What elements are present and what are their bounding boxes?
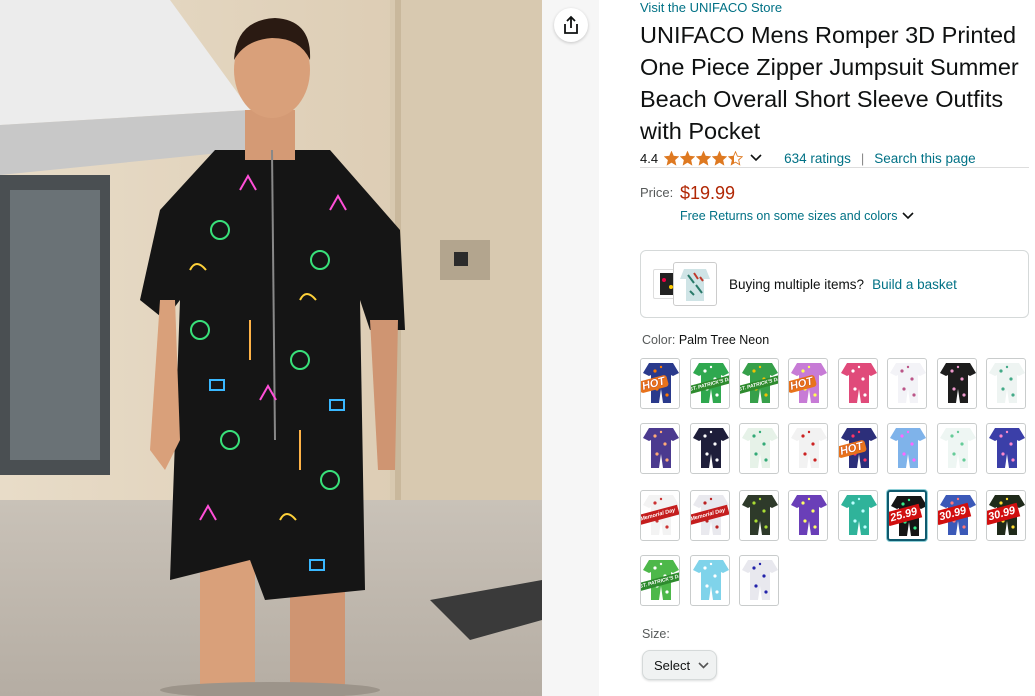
color-swatch[interactable]: ST. PATRICK'S DAY <box>640 555 680 606</box>
color-swatch[interactable]: Memorial Day <box>640 490 680 541</box>
swatch-image <box>643 428 679 468</box>
swatch-image <box>742 495 778 535</box>
swatch-image <box>742 428 778 468</box>
color-swatch[interactable] <box>986 358 1026 409</box>
color-swatch[interactable] <box>739 490 779 541</box>
product-page: Visit the UNIFACO Store UNIFACO Mens Rom… <box>0 0 1035 696</box>
rating-value: 4.4 <box>640 150 659 166</box>
basket-thumbnails <box>653 262 723 306</box>
swatch-image <box>890 428 926 468</box>
star-icon <box>680 150 696 166</box>
swatch-image <box>791 495 827 535</box>
color-swatch[interactable]: 25.99 <box>887 490 927 541</box>
color-swatch[interactable] <box>739 555 779 606</box>
color-swatch[interactable] <box>937 423 977 474</box>
color-swatch[interactable]: 30.99 <box>986 490 1026 541</box>
color-swatch[interactable] <box>986 423 1026 474</box>
color-swatch[interactable] <box>887 423 927 474</box>
star-icon <box>728 150 744 166</box>
basket-thumb-2 <box>673 262 717 306</box>
star-icon <box>696 150 712 166</box>
color-swatch[interactable]: HOT <box>838 423 878 474</box>
color-swatch[interactable] <box>739 423 779 474</box>
color-swatch[interactable]: 30.99 <box>937 490 977 541</box>
swatch-image <box>742 560 778 600</box>
color-swatch[interactable] <box>838 358 878 409</box>
swatch-image <box>940 428 976 468</box>
size-dropdown[interactable]: Select <box>642 650 717 680</box>
chevron-down-icon <box>698 661 709 669</box>
color-row: Color: Palm Tree Neon <box>642 333 769 347</box>
share-icon <box>564 15 578 34</box>
swatch-image <box>989 363 1025 403</box>
star-rating[interactable] <box>664 150 744 166</box>
color-swatch[interactable]: Memorial Day <box>690 490 730 541</box>
color-swatch[interactable] <box>690 555 730 606</box>
basket-text: Buying multiple items? <box>729 276 865 292</box>
swatch-image <box>693 428 729 468</box>
swatch-image <box>693 560 729 600</box>
ratings-count-link[interactable]: 634 ratings <box>784 151 851 166</box>
size-label: Size: <box>642 627 670 641</box>
color-swatch[interactable]: HOT <box>788 358 828 409</box>
swatch-image <box>841 363 877 403</box>
size-dropdown-value: Select <box>654 657 691 673</box>
color-selected-value: Palm Tree Neon <box>678 333 770 347</box>
color-swatch[interactable] <box>690 423 730 474</box>
separator: | <box>860 150 865 166</box>
build-basket-link[interactable]: Build a basket <box>872 277 957 292</box>
color-swatch[interactable] <box>937 358 977 409</box>
swatch-image <box>890 363 926 403</box>
color-swatch[interactable]: HOT <box>640 358 680 409</box>
product-main-image[interactable] <box>0 0 542 696</box>
rating-row: 4.4 634 ratings | Search this page <box>640 148 1030 168</box>
price-label: Price: <box>640 185 674 200</box>
share-button[interactable] <box>554 8 588 42</box>
color-swatch[interactable]: ST. PATRICK'S DAY <box>690 358 730 409</box>
color-swatch[interactable] <box>887 358 927 409</box>
chevron-down-icon <box>902 212 915 220</box>
store-link[interactable]: Visit the UNIFACO Store <box>640 0 782 15</box>
price-value: $19.99 <box>680 183 736 203</box>
swatch-image <box>989 428 1025 468</box>
free-returns-text: Free Returns on some sizes and colors <box>680 209 898 223</box>
color-swatch[interactable] <box>788 490 828 541</box>
color-swatch[interactable]: ST. PATRICK'S DAY <box>739 358 779 409</box>
color-label: Color: <box>642 333 676 347</box>
swatch-image <box>791 428 827 468</box>
search-this-page-link[interactable]: Search this page <box>874 151 975 166</box>
product-image-area <box>0 0 599 696</box>
color-swatch[interactable] <box>788 423 828 474</box>
divider <box>640 167 1029 168</box>
color-swatch[interactable] <box>838 490 878 541</box>
swatch-image <box>841 495 877 535</box>
basket-widget: Buying multiple items? Build a basket <box>640 250 1029 318</box>
star-icon <box>712 150 728 166</box>
swatch-image <box>940 363 976 403</box>
color-swatch[interactable] <box>640 423 680 474</box>
product-title: UNIFACO Mens Romper 3D Printed One Piece… <box>640 22 1019 144</box>
free-returns-link[interactable]: Free Returns on some sizes and colors <box>680 209 915 223</box>
chevron-down-icon[interactable] <box>750 154 762 162</box>
star-icon <box>664 150 680 166</box>
